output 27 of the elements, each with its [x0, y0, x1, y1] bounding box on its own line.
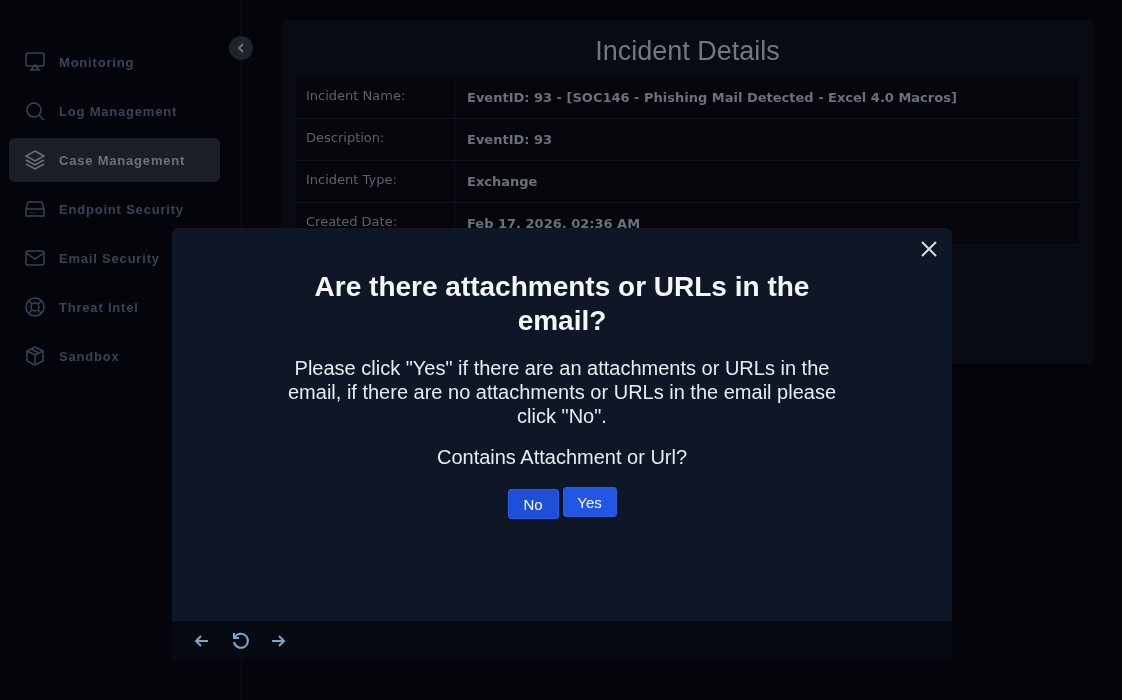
field-value: EventID: 93 [455, 119, 1079, 161]
collapse-button[interactable] [229, 36, 253, 60]
field-value: EventID: 93 - [SOC146 - Phishing Mail Detected - Excel 4.0 Macros] [455, 77, 1079, 119]
sidebar-item[interactable]: Sandbox [9, 334, 220, 378]
lifebuoy-icon [23, 295, 47, 319]
monitor-icon [23, 50, 47, 74]
search-icon [23, 99, 47, 123]
reload-icon[interactable] [230, 630, 250, 651]
sidebar-item[interactable]: Case Management [9, 138, 220, 182]
sidebar-item[interactable]: Email Security [9, 236, 220, 280]
answer-button[interactable]: Yes [562, 487, 617, 517]
sidebar-item[interactable]: Log Management [9, 89, 220, 133]
sidebar-item[interactable]: Endpoint Security [9, 187, 220, 231]
answer-button[interactable]: No [507, 489, 559, 519]
dialog-message: Please click "Yes" if there are an attachments or URLs in the email, if there are no attachments or URLs in the email please click "No". [286, 356, 837, 428]
field-label: Description: [296, 119, 455, 161]
panel-title: Incident Details [594, 36, 781, 67]
field-label: Incident Name: [296, 77, 455, 119]
chevron-left-icon [235, 42, 247, 54]
field-value: Exchange [455, 161, 1079, 203]
dialog-title: Are there attachments or URLs in the email? [313, 270, 811, 338]
sidebar-item[interactable]: Monitoring [9, 40, 220, 84]
dialog-question: Contains Attachment or Url? [436, 446, 688, 469]
cube-icon [23, 344, 47, 368]
field-label: Incident Type: [296, 161, 455, 203]
layers-icon [23, 148, 47, 172]
sidebar-item[interactable]: Threat Intel [9, 285, 220, 329]
